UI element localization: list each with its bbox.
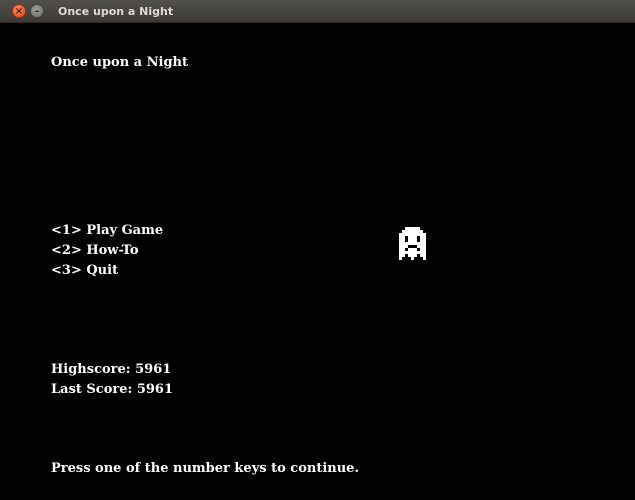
minimize-window-button[interactable]: – xyxy=(30,4,44,18)
window-titlebar[interactable]: × – Once upon a Night xyxy=(0,0,635,23)
minimize-icon: – xyxy=(34,6,40,17)
menu-item-how-to[interactable]: <2> How-To xyxy=(51,243,139,259)
highscore-text: Highscore: 5961 xyxy=(51,362,172,377)
window-title: Once upon a Night xyxy=(58,5,174,18)
last-score-text: Last Score: 5961 xyxy=(51,382,174,397)
ghost-sprite-icon xyxy=(399,227,426,260)
game-screen[interactable]: Once upon a Night <1> Play Game <2> How-… xyxy=(0,23,635,500)
close-icon: × xyxy=(14,6,24,17)
game-heading: Once upon a Night xyxy=(51,55,188,70)
menu-item-quit[interactable]: <3> Quit xyxy=(51,263,118,279)
continue-prompt: Press one of the number keys to continue… xyxy=(51,461,359,476)
game-window: × – Once upon a Night Once upon a Night … xyxy=(0,0,635,500)
close-window-button[interactable]: × xyxy=(12,4,26,18)
menu-item-play-game[interactable]: <1> Play Game xyxy=(51,223,163,239)
